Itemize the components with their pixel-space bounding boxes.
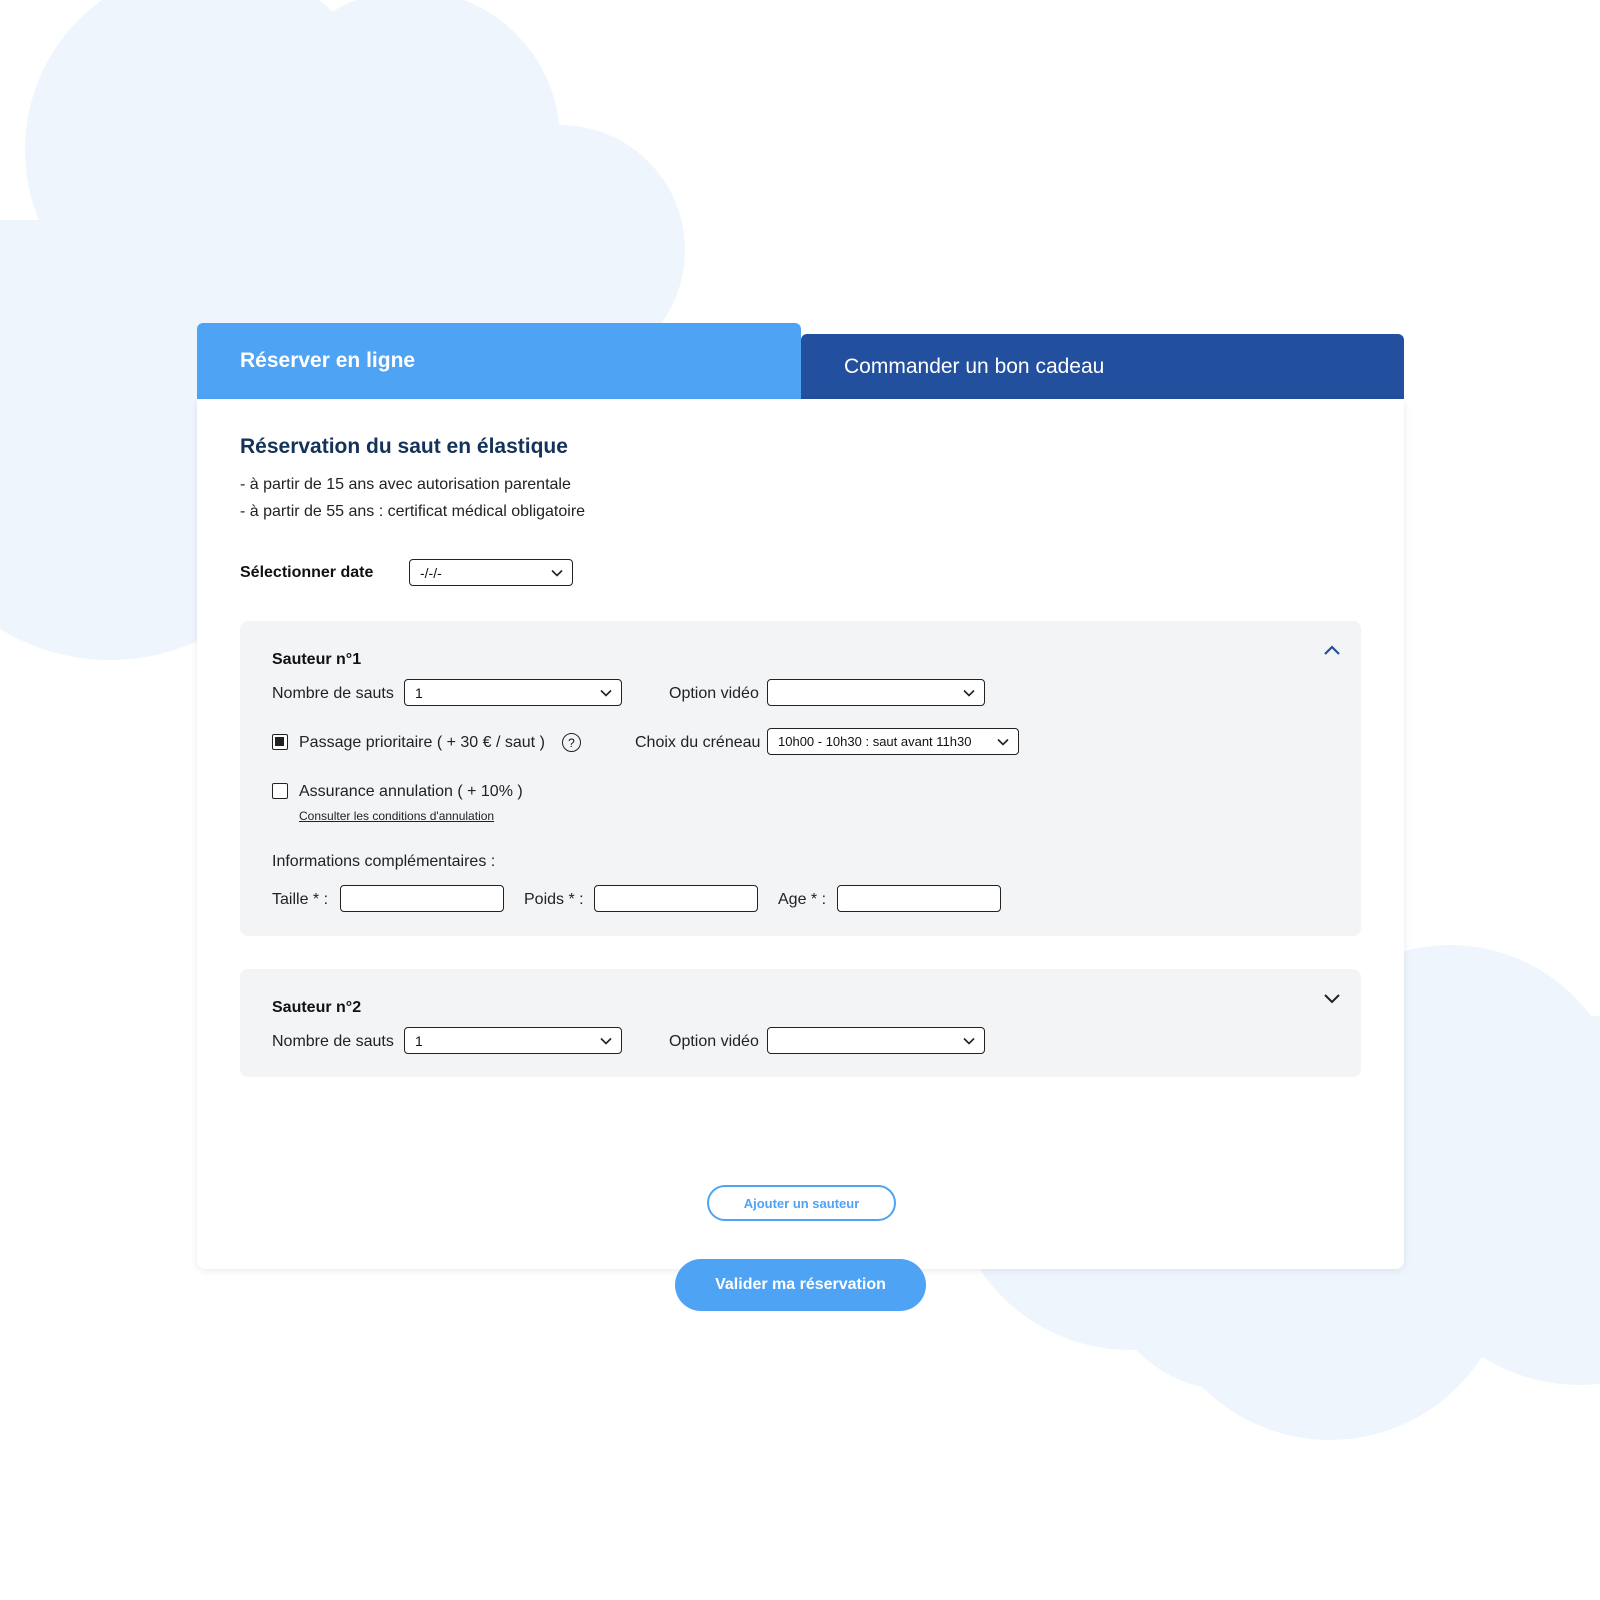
weight-input[interactable] [594,885,758,912]
tab-book-online-label: Réserver en ligne [240,349,416,372]
jumper-1-video-label: Option vidéo [669,685,759,702]
chevron-down-icon[interactable] [1321,987,1343,1009]
submit-booking-label: Valider ma réservation [715,1276,886,1293]
age-note-1: - à partir de 15 ans avec autorisation p… [240,476,571,493]
age-note-2: - à partir de 55 ans : certificat médica… [240,503,586,520]
jumper-1-title: Sauteur n°1 [272,651,362,668]
priority-label: Passage prioritaire ( + 30 € / saut ) [299,734,545,751]
chevron-down-icon [997,738,1009,746]
jumper-1-section: Sauteur n°1 Nombre de sauts 1 Option vid… [240,621,1361,936]
jumper-2-jumps-label: Nombre de sauts [272,1033,394,1050]
jumper-2-section: Sauteur n°2 Nombre de sauts 1 Option vid… [240,969,1361,1077]
height-input[interactable] [340,885,504,912]
chevron-down-icon [600,689,612,697]
help-symbol: ? [568,735,575,750]
jumper-2-title: Sauteur n°2 [272,999,362,1016]
add-jumper-button[interactable]: Ajouter un sauteur [707,1185,896,1221]
jumper-2-video-label: Option vidéo [669,1033,759,1050]
booking-panel: Réservation du saut en élastique - à par… [197,399,1404,1311]
chevron-down-icon [600,1037,612,1045]
tab-gift-voucher-label: Commander un bon cadeau [844,354,1105,378]
jumper-2-video-select[interactable] [767,1027,985,1054]
cancellation-conditions-link[interactable]: Consulter les conditions d'annulation [299,809,494,823]
insurance-checkbox[interactable] [272,783,288,799]
submit-booking-button[interactable]: Valider ma réservation [675,1259,926,1311]
tab-gift-voucher[interactable]: Commander un bon cadeau [801,334,1404,399]
height-label: Taille * : [272,891,329,908]
chevron-down-icon [551,569,563,577]
date-select-value: -/-/- [420,564,442,581]
add-jumper-label: Ajouter un sauteur [743,1195,860,1211]
tab-bar: Réserver en ligne Commander un bon cadea… [197,323,1404,399]
slot-select[interactable]: 10h00 - 10h30 : saut avant 11h30 [767,728,1019,755]
jumper-1-jumps-label: Nombre de sauts [272,685,394,702]
jumper-2-jumps-select[interactable]: 1 [404,1027,622,1054]
tab-book-online[interactable]: Réserver en ligne [197,323,801,399]
jumper-1-jumps-select[interactable]: 1 [404,679,622,706]
jumper-1-jumps-value: 1 [415,684,423,701]
age-input[interactable] [837,885,1001,912]
insurance-label: Assurance annulation ( + 10% ) [299,783,523,800]
age-label: Age * : [778,891,827,908]
page-title: Réservation du saut en élastique [240,435,568,458]
chevron-up-icon[interactable] [1321,639,1343,661]
additional-info-label: Informations complémentaires : [272,853,496,870]
booking-card: Réserver en ligne Commander un bon cadea… [197,323,1404,1311]
slot-label: Choix du créneau [635,734,761,751]
date-label: Sélectionner date [240,564,374,581]
jumper-1-video-select[interactable] [767,679,985,706]
jumper-2-jumps-value: 1 [415,1032,423,1049]
help-icon[interactable]: ? [562,733,581,752]
slot-select-value: 10h00 - 10h30 : saut avant 11h30 [778,734,972,749]
weight-label: Poids * : [524,891,584,908]
chevron-down-icon [963,689,975,697]
priority-checkbox[interactable] [272,734,288,750]
chevron-down-icon [963,1037,975,1045]
date-select[interactable]: -/-/- [409,559,573,586]
